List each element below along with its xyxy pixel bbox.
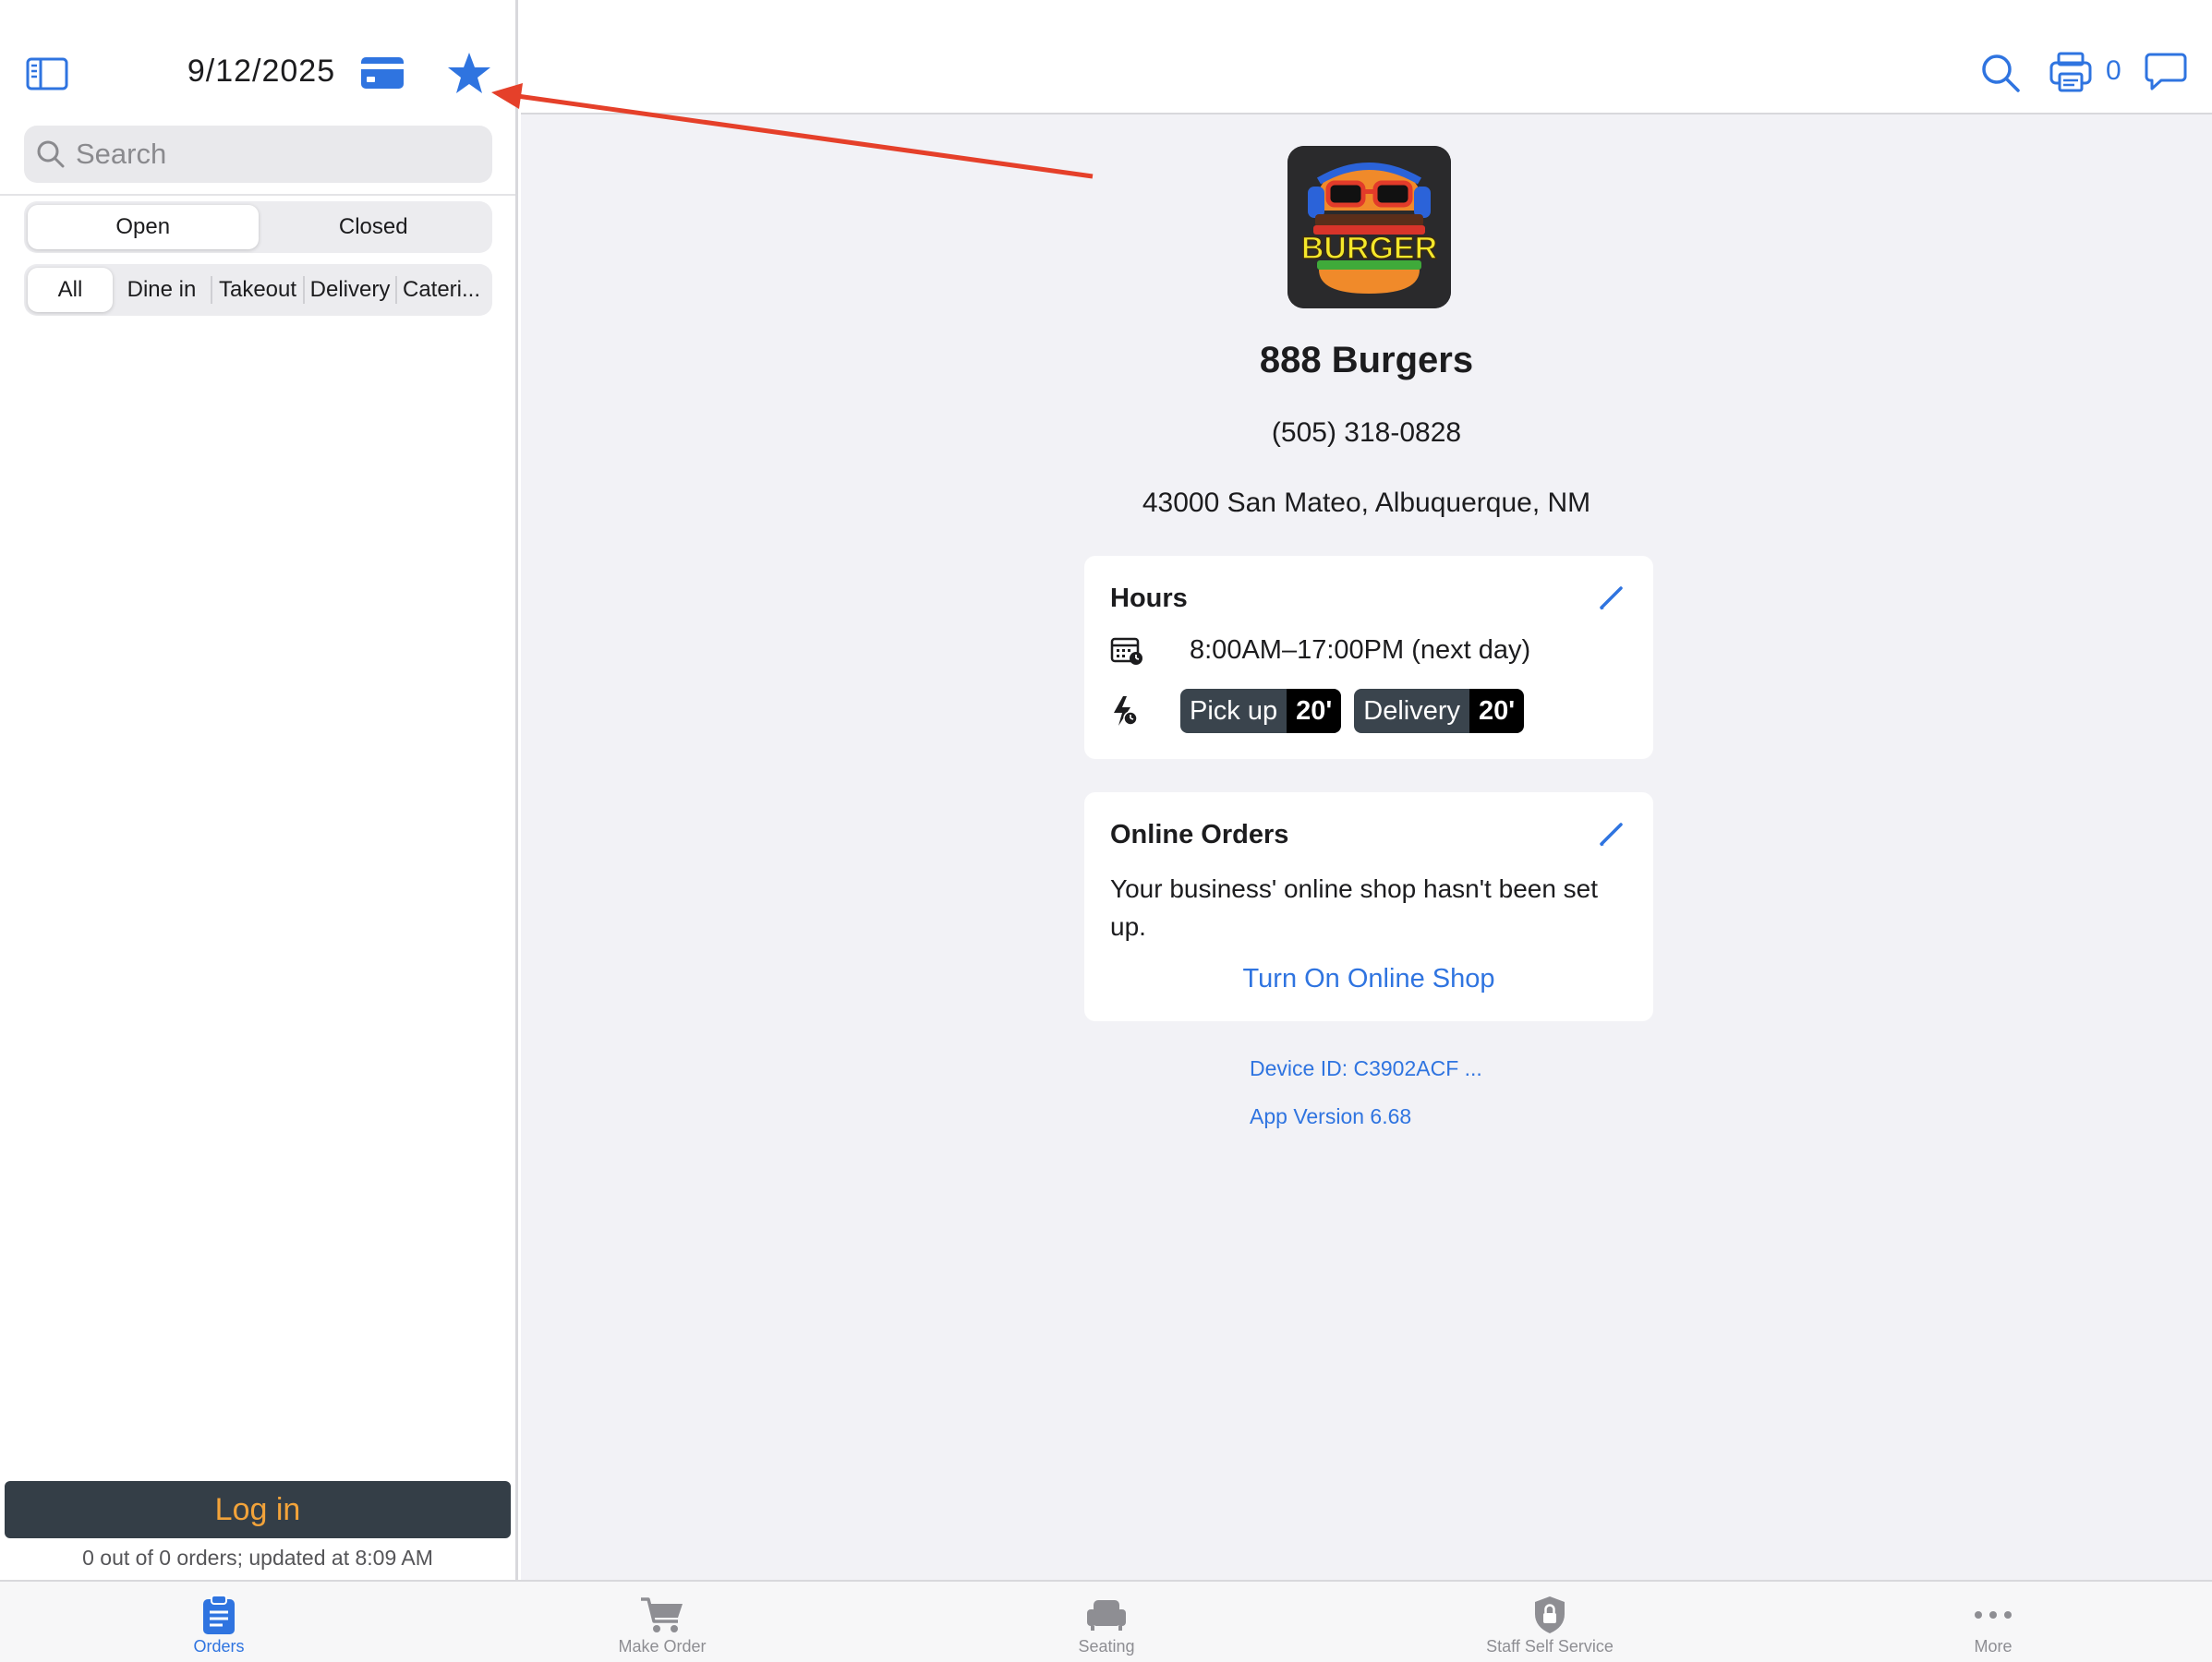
tab-orders-label: Orders [193, 1637, 245, 1656]
tab-make-order[interactable]: Make Order [551, 1582, 773, 1662]
tab-more-label: More [1974, 1637, 2013, 1656]
search-icon [37, 140, 65, 168]
star-icon[interactable] [444, 48, 494, 98]
printer-count: 0 [2106, 55, 2121, 86]
chat-bubble-icon[interactable] [2145, 52, 2189, 94]
filter-dine-in[interactable]: Dine in [113, 268, 211, 312]
clipboard-icon [197, 1595, 241, 1635]
store-logo: BURGER [1287, 146, 1451, 308]
top-toolbar: 0 [521, 0, 2212, 114]
tab-make-order-label: Make Order [618, 1637, 707, 1656]
sidebar-divider [0, 194, 515, 196]
tab-seating-label: Seating [1078, 1637, 1135, 1656]
sidebar-toggle-icon[interactable] [24, 54, 70, 94]
turn-on-online-shop-link[interactable]: Turn On Online Shop [1084, 964, 1653, 994]
credit-card-icon[interactable] [358, 52, 406, 94]
calendar-clock-icon [1110, 637, 1142, 665]
delivery-time-badge: Delivery 20' [1354, 689, 1525, 733]
logo-text: BURGER [1301, 231, 1437, 266]
tab-staff-self-service-label: Staff Self Service [1486, 1637, 1614, 1656]
tab-staff-self-service[interactable]: Staff Self Service [1439, 1582, 1661, 1662]
orders-sidebar: 9/12/2025 Search Open Closed All Dine in… [0, 0, 518, 1580]
pickup-label: Pick up [1180, 689, 1287, 733]
tab-more[interactable]: More [1882, 1582, 2104, 1662]
search-icon[interactable] [1979, 52, 2022, 94]
online-orders-card: Online Orders Your business' online shop… [1084, 792, 1653, 1021]
filter-catering[interactable]: Cateri... [397, 268, 486, 312]
order-type-segmented-control: All Dine in Takeout Delivery Cateri... [24, 264, 492, 316]
filter-takeout[interactable]: Takeout [212, 268, 303, 312]
current-date[interactable]: 9/12/2025 [155, 54, 368, 90]
search-placeholder: Search [76, 138, 167, 170]
online-orders-title: Online Orders [1110, 820, 1289, 849]
store-phone: (505) 318-0828 [1271, 417, 1462, 448]
armchair-icon [1084, 1595, 1129, 1635]
more-dots-icon [1971, 1595, 2015, 1635]
filter-all[interactable]: All [28, 268, 113, 312]
store-info-panel: 0 BURGER 888 Burgers (505) 318-0828 4300… [521, 0, 2212, 1580]
prep-time-row: Pick up 20' Delivery 20' [1110, 689, 1525, 733]
bottom-tab-bar: Orders Make Order Seating Staff Self Ser… [0, 1580, 2212, 1662]
edit-hours-pencil-icon[interactable] [1598, 584, 1626, 611]
search-input[interactable]: Search [24, 126, 492, 183]
sidebar-header: 9/12/2025 [0, 0, 518, 120]
delivery-label: Delivery [1354, 689, 1470, 733]
online-shop-message: Your business' online shop hasn't been s… [1110, 874, 1599, 941]
shopping-cart-icon [640, 1595, 684, 1635]
tab-open[interactable]: Open [28, 205, 259, 249]
hours-text: 8:00AM–17:00PM (next day) [1190, 635, 1531, 665]
printer-icon[interactable] [2049, 52, 2095, 94]
bolt-clock-icon [1114, 696, 1138, 726]
login-button[interactable]: Log in [5, 1481, 511, 1538]
tab-seating[interactable]: Seating [996, 1582, 1217, 1662]
tab-orders[interactable]: Orders [108, 1582, 330, 1662]
hours-title: Hours [1110, 584, 1188, 613]
store-address: 43000 San Mateo, Albuquerque, NM [1142, 488, 1591, 518]
orders-status-text: 0 out of 0 orders; updated at 8:09 AM [82, 1546, 433, 1570]
filter-delivery[interactable]: Delivery [305, 268, 395, 312]
app-version: App Version 6.68 [1250, 1104, 1412, 1128]
shield-lock-icon [1528, 1595, 1572, 1635]
pickup-time-badge: Pick up 20' [1180, 689, 1342, 733]
delivery-value: 20' [1469, 689, 1525, 733]
tab-closed[interactable]: Closed [259, 205, 490, 249]
pickup-value: 20' [1287, 689, 1342, 733]
device-id[interactable]: Device ID: C3902ACF ... [1250, 1056, 1482, 1081]
hours-card: Hours 8:00AM–17:00PM (next day) Pick up … [1084, 556, 1653, 759]
hours-row: 8:00AM–17:00PM (next day) [1110, 635, 1530, 666]
order-status-segmented-control: Open Closed [24, 201, 492, 253]
store-name: 888 Burgers [1259, 340, 1474, 380]
edit-online-orders-pencil-icon[interactable] [1598, 820, 1626, 848]
